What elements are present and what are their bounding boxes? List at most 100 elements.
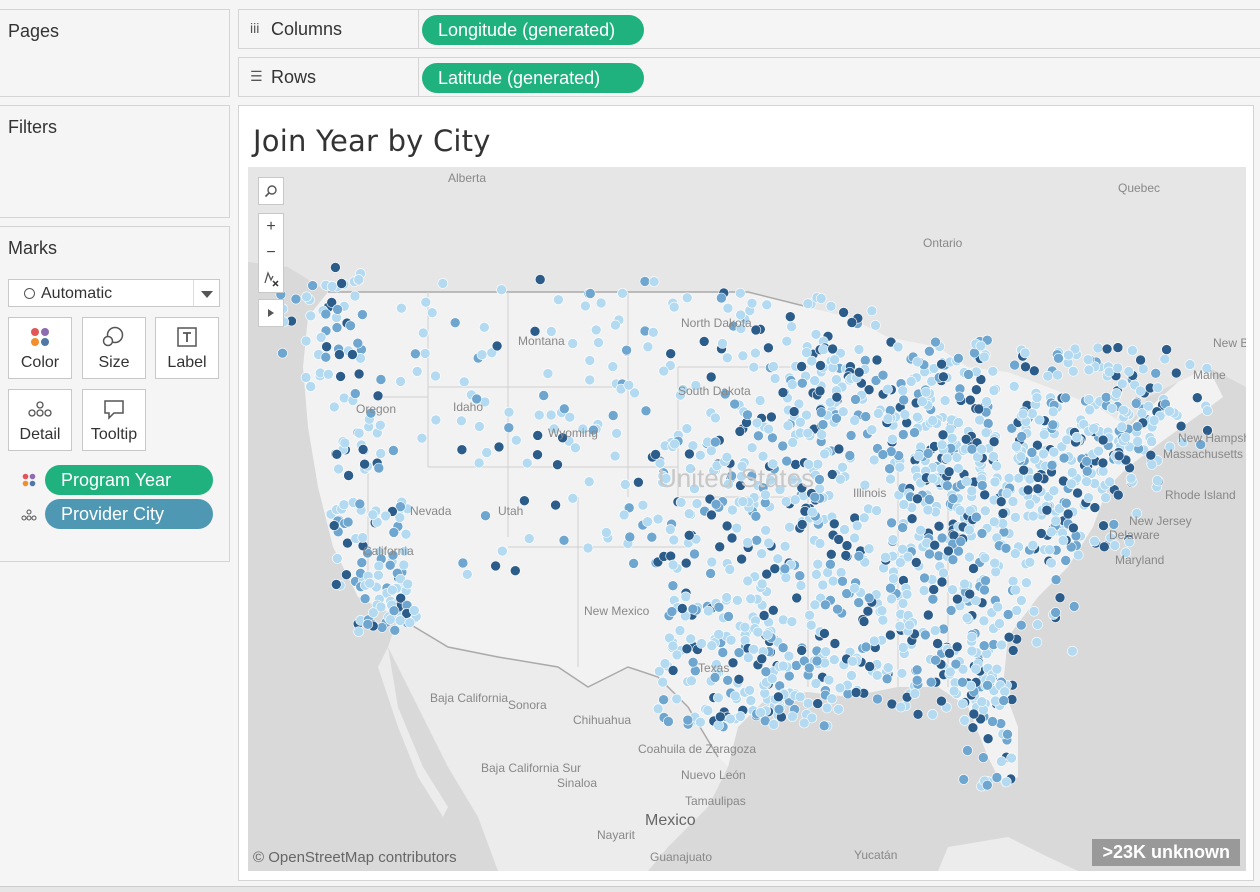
- city-point[interactable]: [343, 470, 354, 481]
- city-point[interactable]: [885, 473, 896, 485]
- reset-map-icon[interactable]: [259, 266, 283, 292]
- city-point[interactable]: [1022, 484, 1034, 496]
- city-point[interactable]: [982, 733, 994, 745]
- city-point[interactable]: [767, 604, 779, 616]
- city-point[interactable]: [744, 684, 755, 696]
- city-point[interactable]: [411, 366, 423, 377]
- city-point[interactable]: [817, 419, 829, 430]
- city-point[interactable]: [979, 505, 991, 517]
- city-point[interactable]: [945, 605, 957, 616]
- city-point[interactable]: [787, 711, 798, 722]
- city-point[interactable]: [819, 628, 830, 639]
- city-point[interactable]: [1127, 345, 1138, 356]
- city-point[interactable]: [339, 437, 351, 449]
- city-point[interactable]: [962, 745, 973, 756]
- city-point[interactable]: [877, 369, 889, 381]
- city-point[interactable]: [846, 317, 858, 328]
- city-point[interactable]: [667, 559, 679, 571]
- city-point[interactable]: [1084, 404, 1096, 416]
- city-point[interactable]: [911, 411, 923, 423]
- city-point[interactable]: [315, 332, 327, 343]
- city-point[interactable]: [988, 516, 1000, 528]
- city-point[interactable]: [944, 647, 955, 659]
- city-point[interactable]: [601, 527, 612, 538]
- provider-city-pill[interactable]: Provider City: [45, 499, 213, 529]
- city-point[interactable]: [710, 412, 721, 424]
- city-point[interactable]: [703, 605, 714, 617]
- city-point[interactable]: [648, 276, 660, 287]
- city-point[interactable]: [1007, 575, 1019, 587]
- city-point[interactable]: [739, 621, 751, 633]
- city-point[interactable]: [1063, 349, 1074, 361]
- city-point[interactable]: [782, 420, 794, 432]
- city-point[interactable]: [1054, 592, 1066, 604]
- city-point[interactable]: [899, 409, 911, 420]
- city-point[interactable]: [832, 603, 843, 615]
- city-point[interactable]: [887, 534, 899, 545]
- city-point[interactable]: [1024, 499, 1036, 510]
- city-point[interactable]: [802, 697, 814, 709]
- city-point[interactable]: [621, 344, 632, 356]
- city-point[interactable]: [998, 695, 1010, 706]
- city-point[interactable]: [1046, 526, 1057, 538]
- city-point[interactable]: [430, 414, 442, 426]
- city-point[interactable]: [1028, 605, 1040, 617]
- city-point[interactable]: [396, 302, 407, 314]
- filters-card[interactable]: Filters: [0, 105, 230, 218]
- city-point[interactable]: [919, 572, 930, 584]
- city-point[interactable]: [609, 450, 621, 462]
- longitude-pill[interactable]: Longitude (generated): [422, 15, 644, 45]
- city-point[interactable]: [659, 658, 671, 669]
- city-point[interactable]: [305, 381, 317, 392]
- city-point[interactable]: [721, 592, 733, 603]
- city-point[interactable]: [968, 708, 980, 720]
- city-point[interactable]: [1100, 392, 1112, 403]
- city-point[interactable]: [909, 688, 921, 699]
- city-point[interactable]: [375, 374, 387, 385]
- city-point[interactable]: [652, 703, 664, 715]
- city-point[interactable]: [706, 509, 717, 521]
- city-point[interactable]: [732, 594, 743, 606]
- map-expand-tool[interactable]: [258, 299, 284, 327]
- city-point[interactable]: [617, 288, 628, 299]
- city-point[interactable]: [922, 609, 934, 621]
- city-point[interactable]: [806, 355, 818, 367]
- city-point[interactable]: [755, 707, 767, 718]
- city-point[interactable]: [721, 451, 733, 463]
- city-point[interactable]: [981, 779, 993, 791]
- city-point[interactable]: [542, 368, 554, 379]
- city-point[interactable]: [791, 592, 803, 604]
- city-point[interactable]: [937, 429, 949, 441]
- city-point[interactable]: [1120, 432, 1132, 443]
- city-point[interactable]: [353, 427, 365, 439]
- city-point[interactable]: [896, 667, 908, 679]
- city-point[interactable]: [929, 539, 941, 551]
- city-point[interactable]: [532, 449, 543, 461]
- city-point[interactable]: [385, 614, 396, 625]
- city-point[interactable]: [590, 324, 602, 336]
- city-point[interactable]: [1038, 429, 1050, 440]
- city-point[interactable]: [871, 505, 882, 516]
- city-point[interactable]: [742, 575, 754, 587]
- city-point[interactable]: [584, 374, 596, 386]
- city-point[interactable]: [595, 297, 607, 309]
- city-point[interactable]: [420, 296, 432, 308]
- city-point[interactable]: [812, 698, 824, 709]
- city-point[interactable]: [1046, 557, 1057, 569]
- city-point[interactable]: [1152, 475, 1163, 486]
- city-point[interactable]: [593, 337, 604, 348]
- city-point[interactable]: [751, 534, 763, 546]
- city-point[interactable]: [756, 578, 768, 590]
- city-point[interactable]: [758, 610, 770, 621]
- city-point[interactable]: [1031, 636, 1043, 648]
- city-point[interactable]: [930, 654, 941, 666]
- city-point[interactable]: [305, 310, 317, 322]
- city-point[interactable]: [666, 606, 678, 617]
- city-point[interactable]: [1143, 400, 1154, 412]
- city-point[interactable]: [1057, 535, 1069, 546]
- city-point[interactable]: [862, 605, 874, 617]
- city-point[interactable]: [850, 687, 862, 698]
- city-point[interactable]: [640, 405, 652, 417]
- city-point[interactable]: [689, 548, 700, 560]
- city-point[interactable]: [912, 493, 923, 505]
